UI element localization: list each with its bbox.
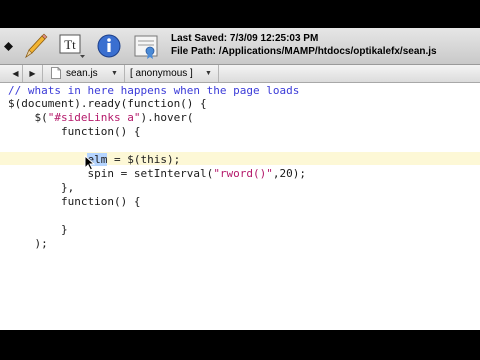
- diamond-icon[interactable]: [4, 42, 13, 51]
- string-literal: "#sideLinks a": [47, 111, 141, 124]
- code-line: // whats in here happens when the page l…: [8, 84, 300, 97]
- code-line: function() {: [8, 125, 141, 138]
- back-arrow-icon[interactable]: ◀: [10, 68, 21, 79]
- code-line: );: [8, 237, 48, 250]
- info-icon[interactable]: [96, 31, 122, 61]
- chevron-down-icon[interactable]: ▼: [205, 70, 212, 77]
- font-button-text: Tt: [64, 37, 76, 52]
- forward-arrow-icon[interactable]: ▶: [27, 68, 38, 79]
- chevron-down-icon[interactable]: ▼: [111, 70, 118, 77]
- divider: [22, 65, 23, 82]
- last-saved-label: Last Saved:: [171, 33, 228, 44]
- file-path-label: File Path:: [171, 46, 217, 57]
- divider: [124, 65, 125, 82]
- pencil-icon[interactable]: [22, 31, 48, 61]
- divider: [42, 65, 43, 82]
- code-line: $(document).ready(function() {: [8, 97, 207, 110]
- code-line: spin = setInterval("rword()",20);: [8, 167, 307, 180]
- code-editor[interactable]: // whats in here happens when the page l…: [0, 83, 480, 330]
- function-popup[interactable]: [ anonymous ]: [130, 67, 193, 80]
- code-line: },: [8, 181, 75, 194]
- file-path-value: /Applications/MAMP/htdocs/optikalefx/sea…: [218, 46, 437, 57]
- divider: [218, 65, 219, 82]
- code-line: function() {: [8, 195, 141, 208]
- video-frame: Tt Last Saved: 7/3/09 12:25:03 PM File P…: [0, 0, 480, 360]
- string-literal: "rword()": [213, 167, 273, 180]
- last-saved-value: 7/3/09 12:25:03 PM: [229, 33, 319, 44]
- navigation-bar: ◀ ▶ sean.js ▼ [ anonymous ] ▼: [0, 65, 480, 83]
- mouse-cursor-icon: [84, 155, 96, 171]
- toolbar: Tt Last Saved: 7/3/09 12:25:03 PM File P…: [0, 28, 480, 65]
- code-line: $("#sideLinks a").hover(: [8, 111, 194, 124]
- code-line: }: [8, 223, 68, 236]
- document-icon: [51, 67, 61, 79]
- certificate-icon[interactable]: [130, 31, 162, 61]
- file-info: Last Saved: 7/3/09 12:25:03 PM File Path…: [171, 32, 437, 58]
- font-icon[interactable]: Tt: [58, 31, 86, 61]
- editor-window: Tt Last Saved: 7/3/09 12:25:03 PM File P…: [0, 28, 480, 330]
- file-popup[interactable]: sean.js: [66, 67, 98, 80]
